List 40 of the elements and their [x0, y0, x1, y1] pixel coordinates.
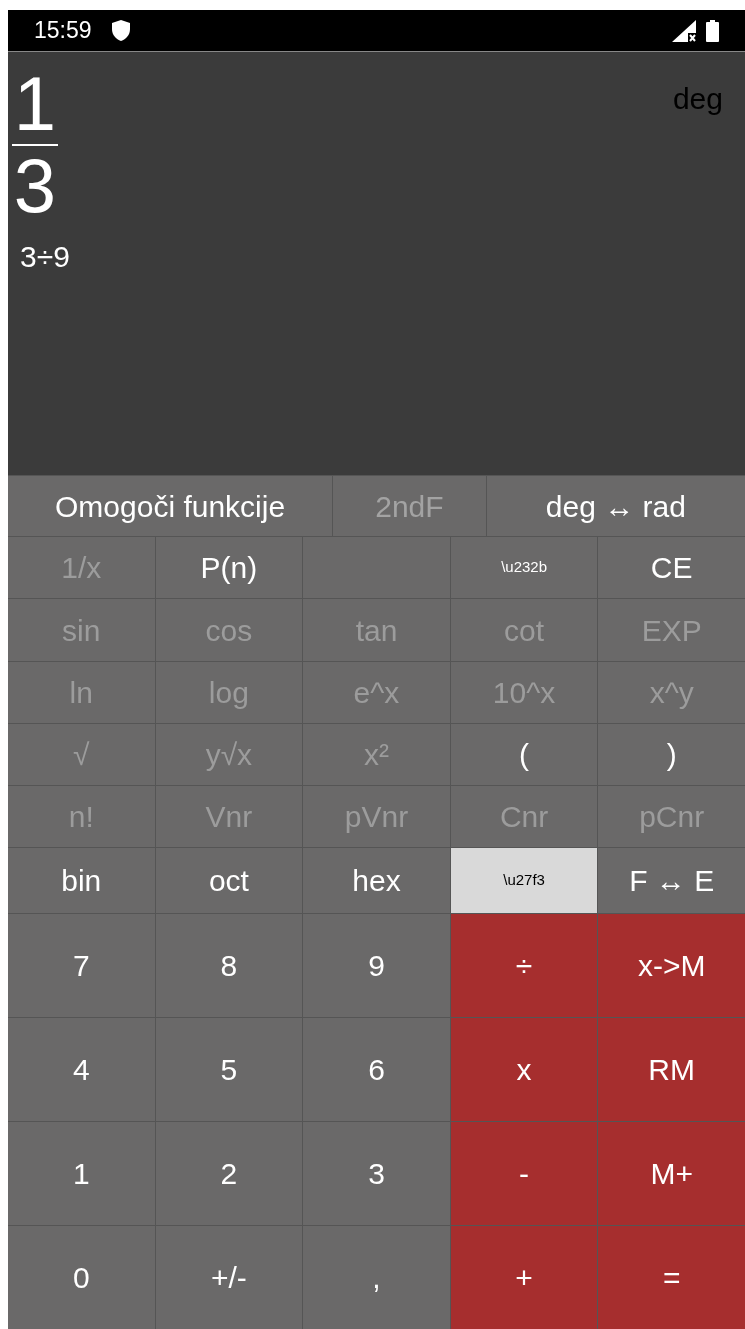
- digit-key[interactable]: 6: [303, 1018, 450, 1121]
- function-key[interactable]: bin: [8, 848, 155, 913]
- fraction-numerator: 1: [12, 64, 58, 145]
- function-toggle-button[interactable]: deg ↔ rad: [486, 476, 745, 536]
- shield-icon: [111, 20, 130, 42]
- function-key[interactable]: oct: [155, 848, 303, 913]
- digit-key[interactable]: 0: [8, 1226, 155, 1329]
- function-key[interactable]: \u232b: [450, 537, 598, 598]
- digit-key[interactable]: 8: [155, 914, 303, 1017]
- digit-key[interactable]: 3: [303, 1122, 450, 1225]
- battery-icon: [706, 19, 719, 42]
- digit-key[interactable]: 1: [8, 1122, 155, 1225]
- angle-mode: deg: [672, 81, 723, 118]
- status-time: 15:59: [34, 16, 92, 46]
- operator-key[interactable]: M+: [598, 1122, 745, 1225]
- digit-key[interactable]: 5: [155, 1018, 303, 1121]
- operator-key[interactable]: =: [598, 1226, 745, 1329]
- operator-key[interactable]: +: [450, 1226, 598, 1329]
- function-key[interactable]: hex: [303, 848, 450, 913]
- operator-key[interactable]: x: [450, 1018, 598, 1121]
- digit-key[interactable]: +/-: [155, 1226, 303, 1329]
- function-key[interactable]: \u27f3: [450, 848, 598, 913]
- function-key[interactable]: ): [598, 724, 745, 785]
- operator-key[interactable]: RM: [598, 1018, 745, 1121]
- function-key[interactable]: F ↔ E: [598, 848, 745, 913]
- operator-key[interactable]: ÷: [450, 914, 598, 1017]
- expression-text: 3÷9: [20, 239, 70, 276]
- function-key[interactable]: (: [450, 724, 598, 785]
- digit-key[interactable]: 9: [303, 914, 450, 1017]
- signal-icon: [672, 19, 696, 42]
- function-toggle-button[interactable]: Omogoči funkcije: [8, 476, 333, 536]
- operator-key[interactable]: -: [450, 1122, 598, 1225]
- fraction-denominator: 3: [12, 146, 58, 227]
- digit-key[interactable]: 2: [155, 1122, 303, 1225]
- digit-key[interactable]: 4: [8, 1018, 155, 1121]
- function-key[interactable]: P(n): [155, 537, 303, 598]
- digit-key[interactable]: ,: [303, 1226, 450, 1329]
- operator-key[interactable]: x->M: [598, 914, 745, 1017]
- digit-key[interactable]: 7: [8, 914, 155, 1017]
- function-key[interactable]: CE: [598, 537, 745, 598]
